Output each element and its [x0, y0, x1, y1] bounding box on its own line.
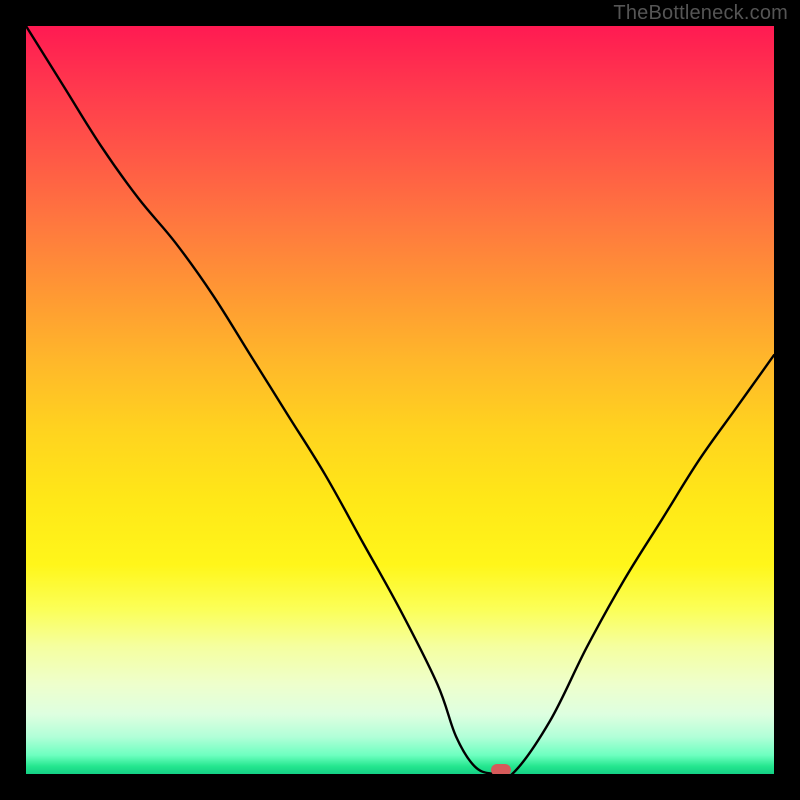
chart-frame: TheBottleneck.com — [0, 0, 800, 800]
plot-area — [26, 26, 774, 774]
optimum-marker — [491, 764, 511, 774]
bottleneck-curve — [26, 26, 774, 774]
watermark-text: TheBottleneck.com — [613, 2, 788, 25]
